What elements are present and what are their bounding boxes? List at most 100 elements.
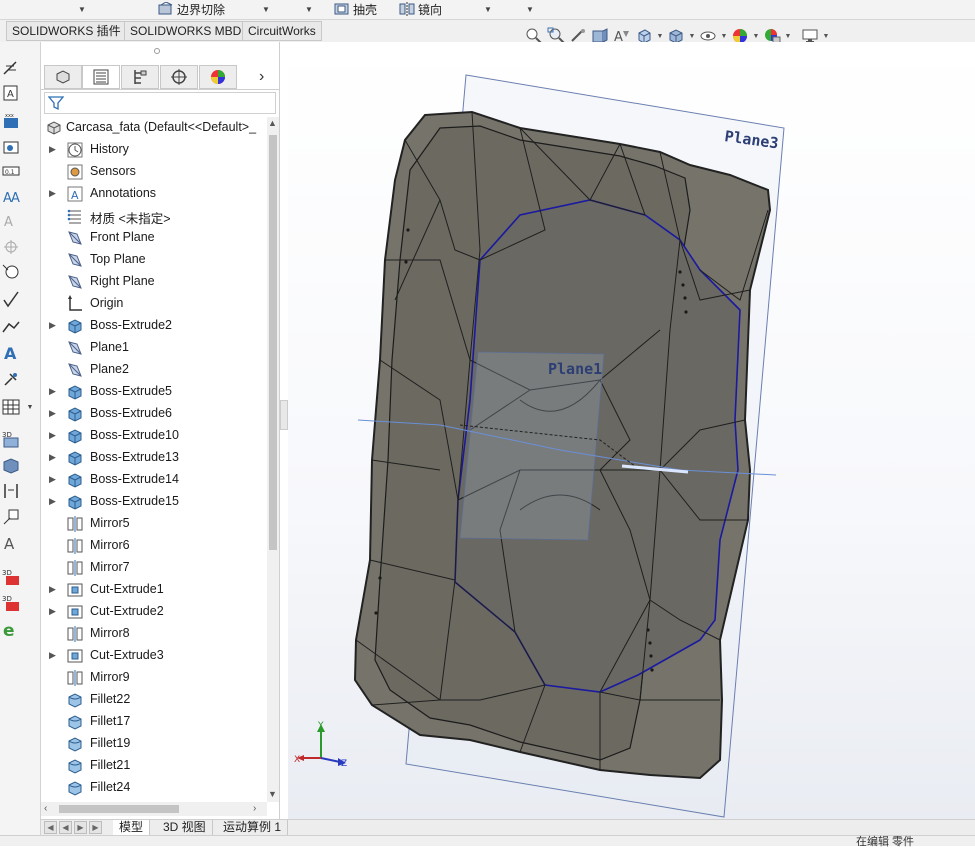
tree-node[interactable]: ▶ Boss-Extrude10 [41, 425, 267, 447]
tab-property-manager[interactable] [82, 65, 120, 89]
panel-splitter[interactable] [280, 400, 288, 430]
tab-feature-manager[interactable] [44, 65, 82, 89]
view-settings-dropdown[interactable]: ▼ [822, 33, 830, 40]
expand-arrow-icon[interactable]: ▶ [49, 584, 57, 594]
edrawings-icon[interactable]: e [0, 618, 22, 640]
tab-circuitworks[interactable]: CircuitWorks [242, 21, 322, 41]
tree-root-part[interactable]: Carcasa_fata (Default<<Default>_ [41, 117, 267, 139]
apply-scene-dropdown[interactable]: ▼ [784, 33, 792, 40]
dimxpert-icon[interactable] [0, 480, 22, 502]
tree-node[interactable]: ▶ Boss-Extrude13 [41, 447, 267, 469]
tree-node[interactable]: Top Plane [41, 249, 267, 271]
prev-tab-icon[interactable]: ◀ [59, 821, 72, 834]
tree-node[interactable]: Origin [41, 293, 267, 315]
next-tab-icon[interactable]: ▶ [74, 821, 87, 834]
tab-configuration-manager[interactable] [121, 65, 159, 89]
tree-node[interactable]: ▶ Boss-Extrude15 [41, 491, 267, 513]
tree-filter-box[interactable] [44, 92, 276, 114]
expand-arrow-icon[interactable]: ▶ [49, 320, 57, 330]
tree-node[interactable]: Mirror5 [41, 513, 267, 535]
tree-node[interactable]: Plane2 [41, 359, 267, 381]
scrollbar-thumb[interactable] [59, 805, 179, 813]
tree-node[interactable]: ▶ A Annotations [41, 183, 267, 205]
surface-finish-icon[interactable]: 0.1 [0, 160, 22, 182]
tree-node[interactable]: Fillet19 [41, 733, 267, 755]
tree-horizontal-scrollbar[interactable]: ‹ › [41, 802, 267, 816]
tree-node[interactable]: ▶ Cut-Extrude1 [41, 579, 267, 601]
tree-node[interactable]: ▶ Boss-Extrude6 [41, 403, 267, 425]
expand-arrow-icon[interactable]: ▶ [49, 496, 57, 506]
graphics-viewport[interactable]: Plane3 Plane1 Y X Z [288, 42, 975, 819]
pin-icon[interactable] [0, 368, 22, 390]
table-dropdown[interactable]: ▼ [24, 396, 36, 418]
tree-node[interactable]: ▶ Cut-Extrude2 [41, 601, 267, 623]
plane1-outline[interactable] [459, 351, 605, 541]
edit-appearance-dropdown[interactable]: ▼ [752, 33, 760, 40]
view-orientation-dropdown[interactable]: ▼ [656, 33, 664, 40]
sketch-line-icon[interactable] [0, 288, 22, 310]
tree-node[interactable]: Mirror6 [41, 535, 267, 557]
tree-node[interactable]: Fillet24 [41, 777, 267, 799]
tab-motion-study[interactable]: 运动算例 1 [217, 820, 289, 836]
geometric-tolerance-icon[interactable] [0, 136, 22, 158]
publish-3dpdf-icon[interactable]: 3D [0, 592, 22, 614]
tab-solidworks-mbd[interactable]: SOLIDWORKS MBD [124, 21, 248, 41]
chevron-down-icon[interactable]: ▼ [268, 789, 277, 799]
tree-node[interactable]: ▶ Boss-Extrude14 [41, 469, 267, 491]
datum-target-icon[interactable]: A [0, 210, 22, 232]
display-style-dropdown[interactable]: ▼ [688, 33, 696, 40]
toolbar-dropdown-5[interactable]: ▼ [526, 0, 534, 18]
table-icon[interactable] [0, 396, 22, 418]
expand-arrow-icon[interactable]: ▶ [49, 474, 57, 484]
tab-dimxpert-manager[interactable] [160, 65, 198, 89]
tree-node[interactable]: ▶ History [41, 139, 267, 161]
hole-callout-icon[interactable] [0, 260, 22, 282]
last-tab-icon[interactable]: ▶ [89, 821, 102, 834]
panel-grip[interactable] [154, 48, 160, 54]
reference-point-icon[interactable] [0, 236, 22, 258]
expand-arrow-icon[interactable]: ▶ [49, 430, 57, 440]
datum-icon[interactable]: xxx [0, 110, 22, 132]
toolbar-dropdown-3[interactable]: ▼ [305, 0, 313, 18]
expand-arrow-icon[interactable]: ▶ [49, 606, 57, 616]
smart-dimension-icon[interactable] [0, 58, 22, 80]
publish-pdf-icon[interactable]: 3D [0, 566, 22, 588]
scrollbar-thumb[interactable] [269, 135, 277, 550]
weld-symbol-icon[interactable]: AA [0, 186, 22, 208]
tree-node[interactable]: Mirror9 [41, 667, 267, 689]
tree-node[interactable]: ▶ Boss-Extrude5 [41, 381, 267, 403]
model-3d-view[interactable]: Plane3 Plane1 Y X Z [288, 42, 975, 819]
boundary-cut-button[interactable]: 边界切除 [158, 0, 225, 18]
chevron-right-icon[interactable]: › [259, 68, 264, 86]
hide-show-dropdown[interactable]: ▼ [720, 33, 728, 40]
tree-node[interactable]: Fillet17 [41, 711, 267, 733]
tree-node[interactable]: ▶ Boss-Extrude2 [41, 315, 267, 337]
expand-arrow-icon[interactable]: ▶ [49, 452, 57, 462]
datum-feature-icon[interactable] [0, 506, 22, 528]
section-icon[interactable] [0, 454, 22, 476]
mirror-button[interactable]: 镜向 [399, 0, 442, 18]
chevron-right-icon[interactable]: › [253, 803, 256, 814]
tree-node[interactable]: Mirror8 [41, 623, 267, 645]
expand-arrow-icon[interactable]: ▶ [49, 144, 57, 154]
tab-solidworks-addins[interactable]: SOLIDWORKS 插件 [6, 21, 127, 41]
expand-arrow-icon[interactable]: ▶ [49, 650, 57, 660]
toolbar-dropdown-2[interactable]: ▼ [262, 0, 270, 18]
tab-model[interactable]: 模型 [113, 820, 151, 836]
tab-display-manager[interactable] [199, 65, 237, 89]
spline-icon[interactable] [0, 316, 22, 338]
tree-node[interactable]: Sensors [41, 161, 267, 183]
toolbar-dropdown-4[interactable]: ▼ [484, 0, 492, 18]
expand-arrow-icon[interactable]: ▶ [49, 188, 57, 198]
tab-3d-view[interactable]: 3D 视图 [157, 820, 213, 836]
3d-view-icon[interactable]: 3D [0, 428, 22, 450]
note-icon[interactable]: A [0, 82, 22, 104]
toolbar-dropdown-1[interactable]: ▼ [78, 0, 86, 18]
expand-arrow-icon[interactable]: ▶ [49, 386, 57, 396]
text-icon[interactable]: A [0, 342, 22, 364]
tree-node[interactable]: ▶ Cut-Extrude3 [41, 645, 267, 667]
chevron-left-icon[interactable]: ‹ [44, 803, 47, 814]
tree-node[interactable]: Plane1 [41, 337, 267, 359]
first-tab-icon[interactable]: ◀ [44, 821, 57, 834]
tree-node[interactable]: Fillet21 [41, 755, 267, 777]
